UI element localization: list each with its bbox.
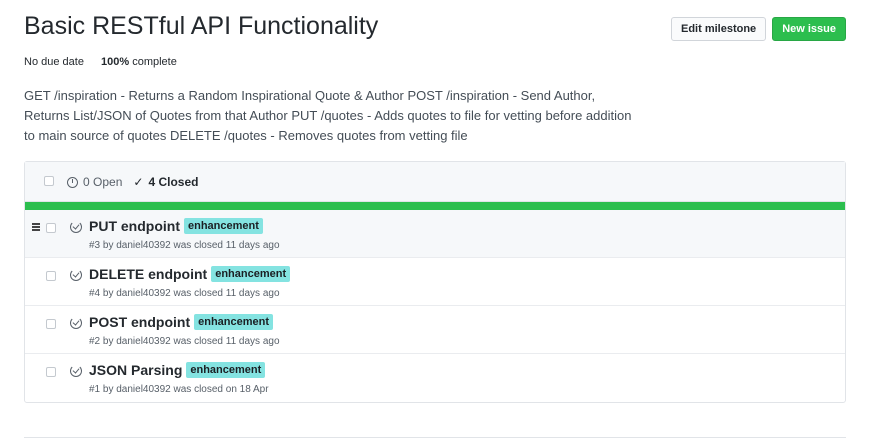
issue-title-line: POST endpoint enhancement: [89, 314, 274, 330]
issue-title-link[interactable]: JSON Parsing: [89, 362, 182, 378]
new-issue-button[interactable]: New issue: [772, 17, 846, 41]
closed-count: 4 Closed: [148, 175, 199, 189]
header-actions: Edit milestone New issue: [671, 17, 846, 41]
issues-box: 0 Open ✓ 4 Closed PUT endpoint enhancemen…: [24, 161, 846, 403]
drag-handle-icon[interactable]: [32, 223, 40, 231]
issue-meta: #4 by daniel40392 was closed 11 days ago: [89, 288, 280, 299]
issue-row[interactable]: POST endpoint enhancement #2 by daniel4039…: [25, 306, 845, 354]
issue-title-link[interactable]: DELETE endpoint: [89, 266, 207, 282]
issue-closed-icon: [70, 221, 82, 233]
enhancement-label[interactable]: enhancement: [186, 362, 266, 378]
open-count: 0 Open: [83, 175, 123, 189]
due-date: No due date: [24, 56, 84, 68]
issue-title-link[interactable]: POST endpoint: [89, 314, 190, 330]
issues-header: 0 Open ✓ 4 Closed: [25, 162, 845, 202]
milestone-description: GET /inspiration - Returns a Random Insp…: [24, 88, 632, 143]
issue-row[interactable]: DELETE endpoint enhancement #4 by daniel40…: [25, 258, 845, 306]
issue-title-line: PUT endpoint enhancement: [89, 218, 263, 234]
select-all-checkbox[interactable]: [44, 176, 54, 186]
issue-list: PUT endpoint enhancement #3 by daniel40392…: [25, 210, 845, 402]
milestone-page: Basic RESTful API Functionality Edit mil…: [0, 0, 880, 448]
issue-title-line: DELETE endpoint enhancement: [89, 266, 291, 282]
issue-checkbox[interactable]: [46, 223, 56, 233]
check-icon: ✓: [133, 175, 144, 189]
state-toggle: 0 Open ✓ 4 Closed: [67, 175, 209, 189]
milestone-title: Basic RESTful API Functionality: [24, 12, 379, 40]
enhancement-label[interactable]: enhancement: [184, 218, 263, 234]
issue-closed-icon: [70, 317, 82, 329]
percent-complete: 100%: [101, 56, 130, 68]
divider: [24, 437, 846, 438]
issue-checkbox[interactable]: [46, 319, 56, 329]
issue-meta: #3 by daniel40392 was closed 11 days ago: [89, 240, 280, 251]
issue-closed-icon: [70, 365, 82, 377]
milestone-meta: No due date 100% complete: [24, 56, 177, 68]
closed-issues-link[interactable]: ✓ 4 Closed: [133, 175, 198, 189]
enhancement-label[interactable]: enhancement: [211, 266, 291, 282]
enhancement-label[interactable]: enhancement: [194, 314, 274, 330]
progress-bar: [25, 202, 845, 210]
issue-meta: #1 by daniel40392 was closed on 18 Apr: [89, 384, 269, 395]
issue-opened-icon: [67, 176, 78, 188]
issue-meta: #2 by daniel40392 was closed 11 days ago: [89, 336, 280, 347]
complete-label: complete: [132, 56, 177, 68]
issue-checkbox[interactable]: [46, 271, 56, 281]
open-issues-link[interactable]: 0 Open: [67, 175, 122, 189]
issue-row[interactable]: JSON Parsing enhancement #1 by daniel40392…: [25, 354, 845, 402]
issue-title-link[interactable]: PUT endpoint: [89, 218, 180, 234]
issue-closed-icon: [70, 269, 82, 281]
edit-milestone-button[interactable]: Edit milestone: [671, 17, 767, 41]
issue-checkbox[interactable]: [46, 367, 56, 377]
issue-row[interactable]: PUT endpoint enhancement #3 by daniel40392…: [25, 210, 845, 258]
issue-title-line: JSON Parsing enhancement: [89, 362, 266, 378]
